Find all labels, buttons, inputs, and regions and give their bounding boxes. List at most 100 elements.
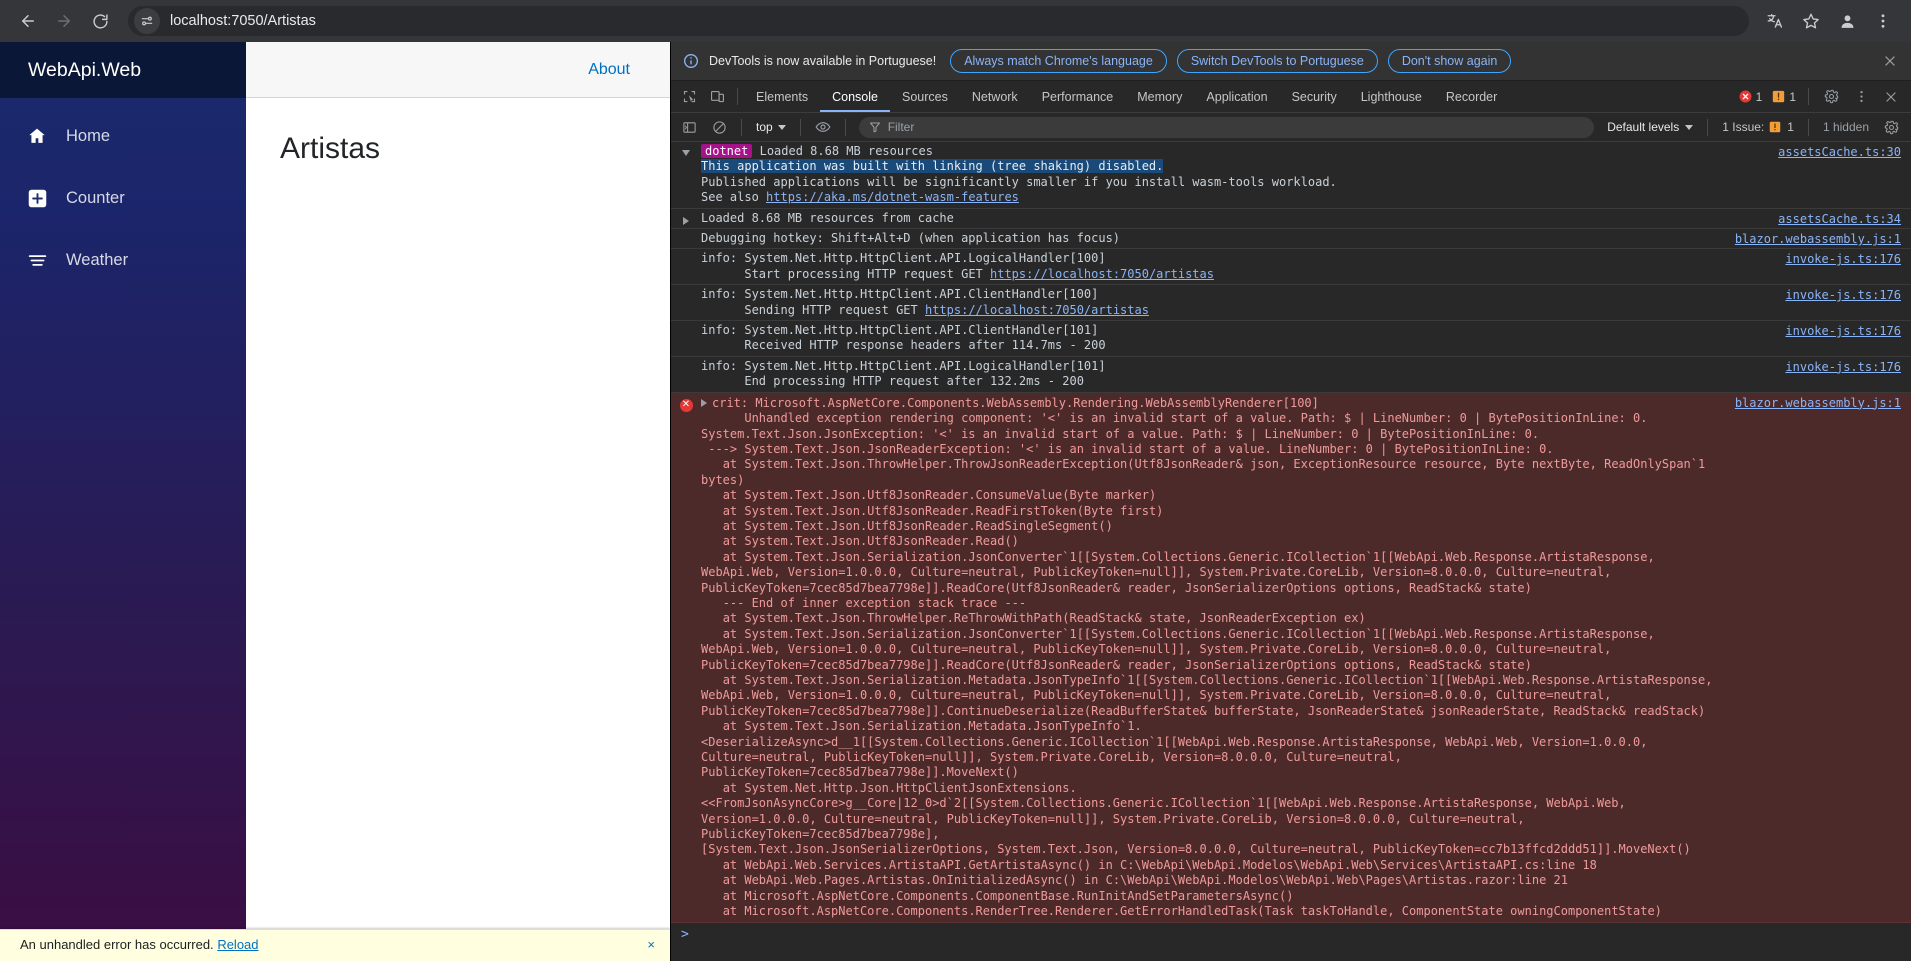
sidebar-item-home[interactable]: Home — [0, 114, 246, 158]
tab-application[interactable]: Application — [1194, 81, 1279, 112]
console-filter[interactable] — [858, 116, 1595, 138]
console-stack-line: at System.Text.Json.Serialization.JsonCo… — [701, 626, 1662, 672]
warning-icon — [1769, 121, 1782, 134]
inspect-element-icon[interactable] — [675, 84, 703, 110]
hidden-messages-count[interactable]: 1 hidden — [1817, 120, 1875, 134]
console-source-link[interactable]: blazor.webassembly.js:1 — [1735, 395, 1911, 410]
translate-icon[interactable] — [1759, 5, 1791, 37]
console-sidebar-icon[interactable] — [675, 114, 703, 140]
console-url-link[interactable]: https://localhost:7050/artistas — [925, 303, 1149, 317]
console-stack-line: at System.Text.Json.Serialization.Metada… — [701, 719, 1655, 780]
browser-toolbar: localhost:7050/Artistas — [0, 0, 1911, 42]
console-prompt[interactable]: > — [671, 923, 1911, 946]
expand-arrow-icon[interactable] — [701, 398, 707, 407]
profile-avatar-icon[interactable] — [1831, 5, 1863, 37]
live-expression-eye-icon[interactable] — [809, 114, 837, 140]
prompt-arrow-icon: > — [681, 926, 689, 942]
issues-counter[interactable]: 1 Issue: 1 — [1716, 120, 1800, 134]
always-match-language-button[interactable]: Always match Chrome's language — [950, 49, 1167, 73]
about-link[interactable]: About — [588, 61, 630, 79]
dismiss-error-button[interactable]: × — [647, 937, 655, 952]
console-stack-line: ---> System.Text.Json.JsonReaderExceptio… — [701, 441, 1554, 456]
console-line: info: System.Net.Http.HttpClient.API.Cli… — [701, 323, 1099, 338]
tab-elements[interactable]: Elements — [744, 81, 820, 112]
console-error-row[interactable]: ✕ crit: Microsoft.AspNetCore.Components.W… — [671, 392, 1911, 923]
tab-recorder[interactable]: Recorder — [1434, 81, 1509, 112]
switch-language-button[interactable]: Switch DevTools to Portuguese — [1176, 49, 1378, 73]
reload-button[interactable] — [84, 5, 116, 37]
app-brand-label: WebApi.Web — [28, 58, 142, 81]
tab-sources[interactable]: Sources — [890, 81, 960, 112]
console-stack-line: at WebApi.Web.Services.ArtistaAPI.GetArt… — [701, 857, 1597, 872]
console-line: End processing HTTP request after 132.2m… — [701, 374, 1084, 389]
console-row-gutter — [671, 144, 701, 206]
console-url-link[interactable]: https://localhost:7050/artistas — [990, 267, 1214, 281]
console-line: info: System.Net.Http.HttpClient.API.Log… — [701, 251, 1106, 266]
console-message-row[interactable]: info: System.Net.Http.HttpClient.API.Log… — [671, 357, 1911, 393]
console-source-link[interactable]: invoke-js.ts:176 — [1785, 323, 1911, 338]
devtools-tabbar: Elements Console Sources Network Perform… — [671, 81, 1911, 113]
close-banner-icon[interactable] — [1879, 50, 1901, 72]
collapse-arrow-icon[interactable] — [682, 150, 690, 156]
site-info-icon[interactable] — [134, 8, 160, 34]
error-icon — [1739, 90, 1752, 103]
dont-show-again-button[interactable]: Don't show again — [1387, 49, 1512, 73]
console-source-link[interactable]: assetsCache.ts:30 — [1778, 144, 1911, 159]
tab-console[interactable]: Console — [820, 81, 890, 112]
console-message-row[interactable]: Loaded 8.68 MB resources from cache asset… — [671, 209, 1911, 230]
console-source-link[interactable]: invoke-js.ts:176 — [1785, 359, 1911, 374]
app-brand[interactable]: WebApi.Web — [0, 42, 246, 98]
tab-performance[interactable]: Performance — [1030, 81, 1126, 112]
chrome-menu-icon[interactable] — [1867, 5, 1899, 37]
forward-button[interactable] — [48, 5, 80, 37]
console-source-link[interactable]: invoke-js.ts:176 — [1785, 251, 1911, 266]
warning-icon — [1772, 90, 1785, 103]
console-row-gutter — [671, 323, 701, 354]
log-levels-select[interactable]: Default levels — [1601, 120, 1699, 134]
execution-context-select[interactable]: top — [750, 117, 792, 138]
console-url-link[interactable]: https://aka.ms/dotnet-wasm-features — [766, 190, 1019, 204]
execution-context-label: top — [756, 120, 773, 134]
close-devtools-icon[interactable] — [1877, 84, 1905, 110]
console-message-row[interactable]: info: System.Net.Http.HttpClient.API.Log… — [671, 249, 1911, 286]
console-settings-gear-icon[interactable] — [1877, 114, 1905, 140]
bookmark-star-icon[interactable] — [1795, 5, 1827, 37]
console-output[interactable]: dotnet Loaded 8.68 MB resources This appl… — [671, 142, 1911, 961]
error-badge[interactable]: 1 — [1735, 90, 1767, 104]
console-message-row[interactable]: info: System.Net.Http.HttpClient.API.Cli… — [671, 321, 1911, 357]
tab-network[interactable]: Network — [960, 81, 1030, 112]
console-message-body: info: System.Net.Http.HttpClient.API.Cli… — [701, 323, 1785, 354]
console-stack-line: [System.Text.Json.JsonSerializerOptions,… — [701, 842, 1691, 857]
tabbar-actions: 1 1 — [1735, 84, 1911, 110]
device-toolbar-icon[interactable] — [703, 84, 731, 110]
console-group-title: Loaded 8.68 MB resources from cache — [701, 210, 954, 225]
console-row-gutter — [671, 211, 701, 226]
console-stack-line: at System.Text.Json.Serialization.Metada… — [701, 673, 1720, 718]
console-group-title: dotnet Loaded 8.68 MB resources — [701, 144, 1770, 159]
search-input[interactable] — [887, 120, 1585, 134]
warning-badge[interactable]: 1 — [1768, 90, 1800, 104]
console-stack-line: at Microsoft.AspNetCore.Components.Compo… — [701, 888, 1294, 903]
clear-console-icon[interactable] — [705, 114, 733, 140]
address-bar[interactable]: localhost:7050/Artistas — [128, 6, 1749, 36]
console-source-link[interactable]: blazor.webassembly.js:1 — [1735, 231, 1911, 246]
console-source-link[interactable]: assetsCache.ts:34 — [1778, 211, 1911, 226]
console-source-link[interactable]: invoke-js.ts:176 — [1785, 287, 1911, 302]
tab-lighthouse[interactable]: Lighthouse — [1349, 81, 1434, 112]
console-message-row[interactable]: dotnet Loaded 8.68 MB resources This appl… — [671, 142, 1911, 209]
sidebar-item-label: Weather — [66, 250, 129, 269]
console-message-row[interactable]: info: System.Net.Http.HttpClient.API.Cli… — [671, 285, 1911, 322]
sidebar-item-counter[interactable]: Counter — [0, 176, 246, 220]
more-options-icon[interactable] — [1847, 84, 1875, 110]
console-message-row[interactable]: Debugging hotkey: Shift+Alt+D (when appl… — [671, 229, 1911, 250]
sidebar-item-weather[interactable]: Weather — [0, 238, 246, 282]
gear-icon[interactable] — [1817, 84, 1845, 110]
console-stack-line: at System.Text.Json.ThrowHelper.ThrowJso… — [701, 457, 1713, 487]
tab-memory[interactable]: Memory — [1125, 81, 1194, 112]
console-stack-line: at Microsoft.AspNetCore.Components.Rende… — [701, 904, 1662, 919]
reload-link[interactable]: Reload — [217, 937, 258, 952]
tab-security[interactable]: Security — [1280, 81, 1349, 112]
back-button[interactable] — [12, 5, 44, 37]
expand-arrow-icon[interactable] — [683, 216, 689, 225]
sidebar-item-label: Home — [66, 126, 111, 145]
